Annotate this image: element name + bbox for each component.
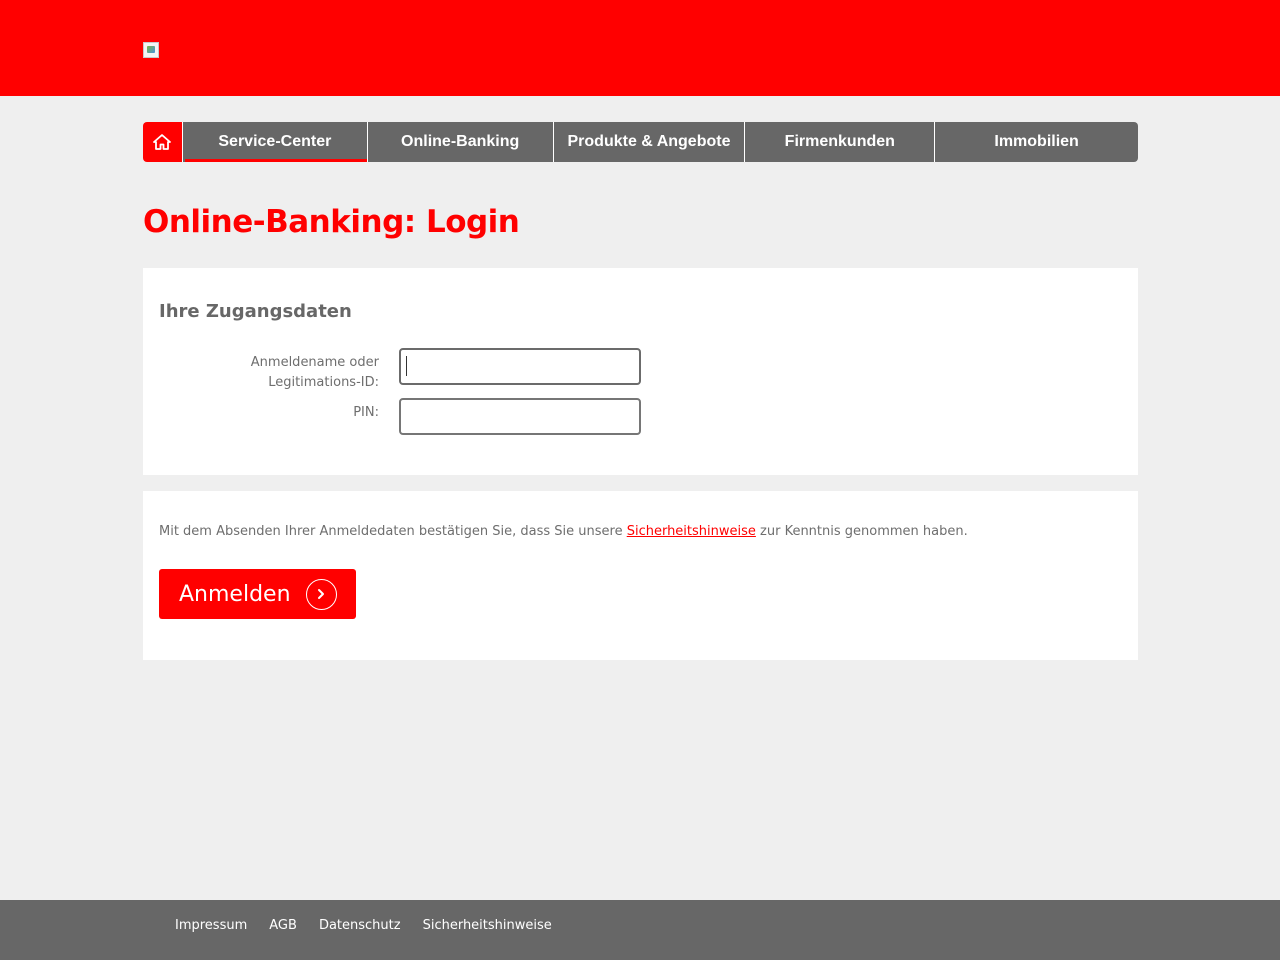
pin-label: PIN: — [353, 405, 379, 420]
home-icon — [153, 134, 172, 150]
nav-item-immobilien[interactable]: Immobilien — [935, 122, 1138, 162]
security-notes-link[interactable]: Sicherheitshinweise — [627, 524, 756, 539]
credentials-panel: Ihre Zugangsdaten Anmeldename oder Legit… — [143, 268, 1138, 475]
login-button-label: Anmelden — [179, 581, 291, 607]
nav-item-label: Firmenkunden — [784, 133, 895, 150]
nav-item-label: Produkte & Angebote — [567, 133, 731, 150]
username-label: Anmeldename oder Legitimations-ID: — [251, 353, 379, 393]
footer-link-impressum[interactable]: Impressum — [175, 918, 247, 933]
footer: Impressum AGB Datenschutz Sicherheitshin… — [0, 900, 1280, 960]
chevron-right-icon — [305, 578, 337, 610]
consent-text: Mit dem Absenden Ihrer Anmeldedaten best… — [159, 524, 968, 539]
footer-link-sicherheitshinweise[interactable]: Sicherheitshinweise — [423, 918, 552, 933]
consent-text-before: Mit dem Absenden Ihrer Anmeldedaten best… — [159, 524, 627, 539]
nav-home-button[interactable] — [143, 122, 183, 162]
login-button[interactable]: Anmelden — [159, 569, 356, 619]
nav-item-label: Immobilien — [994, 133, 1079, 150]
nav-item-produkte-angebote[interactable]: Produkte & Angebote — [553, 122, 746, 162]
main-navigation: Service-Center Online-Banking Produkte &… — [143, 122, 1138, 162]
nav-item-online-banking[interactable]: Online-Banking — [367, 122, 554, 162]
username-label-line1: Anmeldename oder — [250, 355, 379, 370]
nav-item-service-center[interactable]: Service-Center — [182, 122, 368, 162]
footer-link-agb[interactable]: AGB — [269, 918, 297, 933]
broken-image-icon[interactable] — [143, 42, 159, 58]
footer-link-datenschutz[interactable]: Datenschutz — [319, 918, 401, 933]
username-label-line2: Legitimations-ID: — [268, 375, 379, 390]
text-caret — [406, 356, 407, 376]
header-bar — [0, 0, 1280, 96]
section-title: Ihre Zugangsdaten — [159, 301, 352, 322]
pin-input[interactable] — [399, 398, 641, 435]
submit-panel: Mit dem Absenden Ihrer Anmeldedaten best… — [143, 491, 1138, 660]
nav-item-firmenkunden[interactable]: Firmenkunden — [745, 122, 936, 162]
consent-text-after: zur Kenntnis genommen haben. — [755, 524, 968, 539]
username-input[interactable] — [399, 348, 641, 385]
page-title: Online-Banking: Login — [143, 204, 520, 240]
nav-item-label: Service-Center — [218, 133, 332, 150]
nav-item-label: Online-Banking — [401, 133, 520, 150]
footer-links: Impressum AGB Datenschutz Sicherheitshin… — [175, 918, 552, 933]
